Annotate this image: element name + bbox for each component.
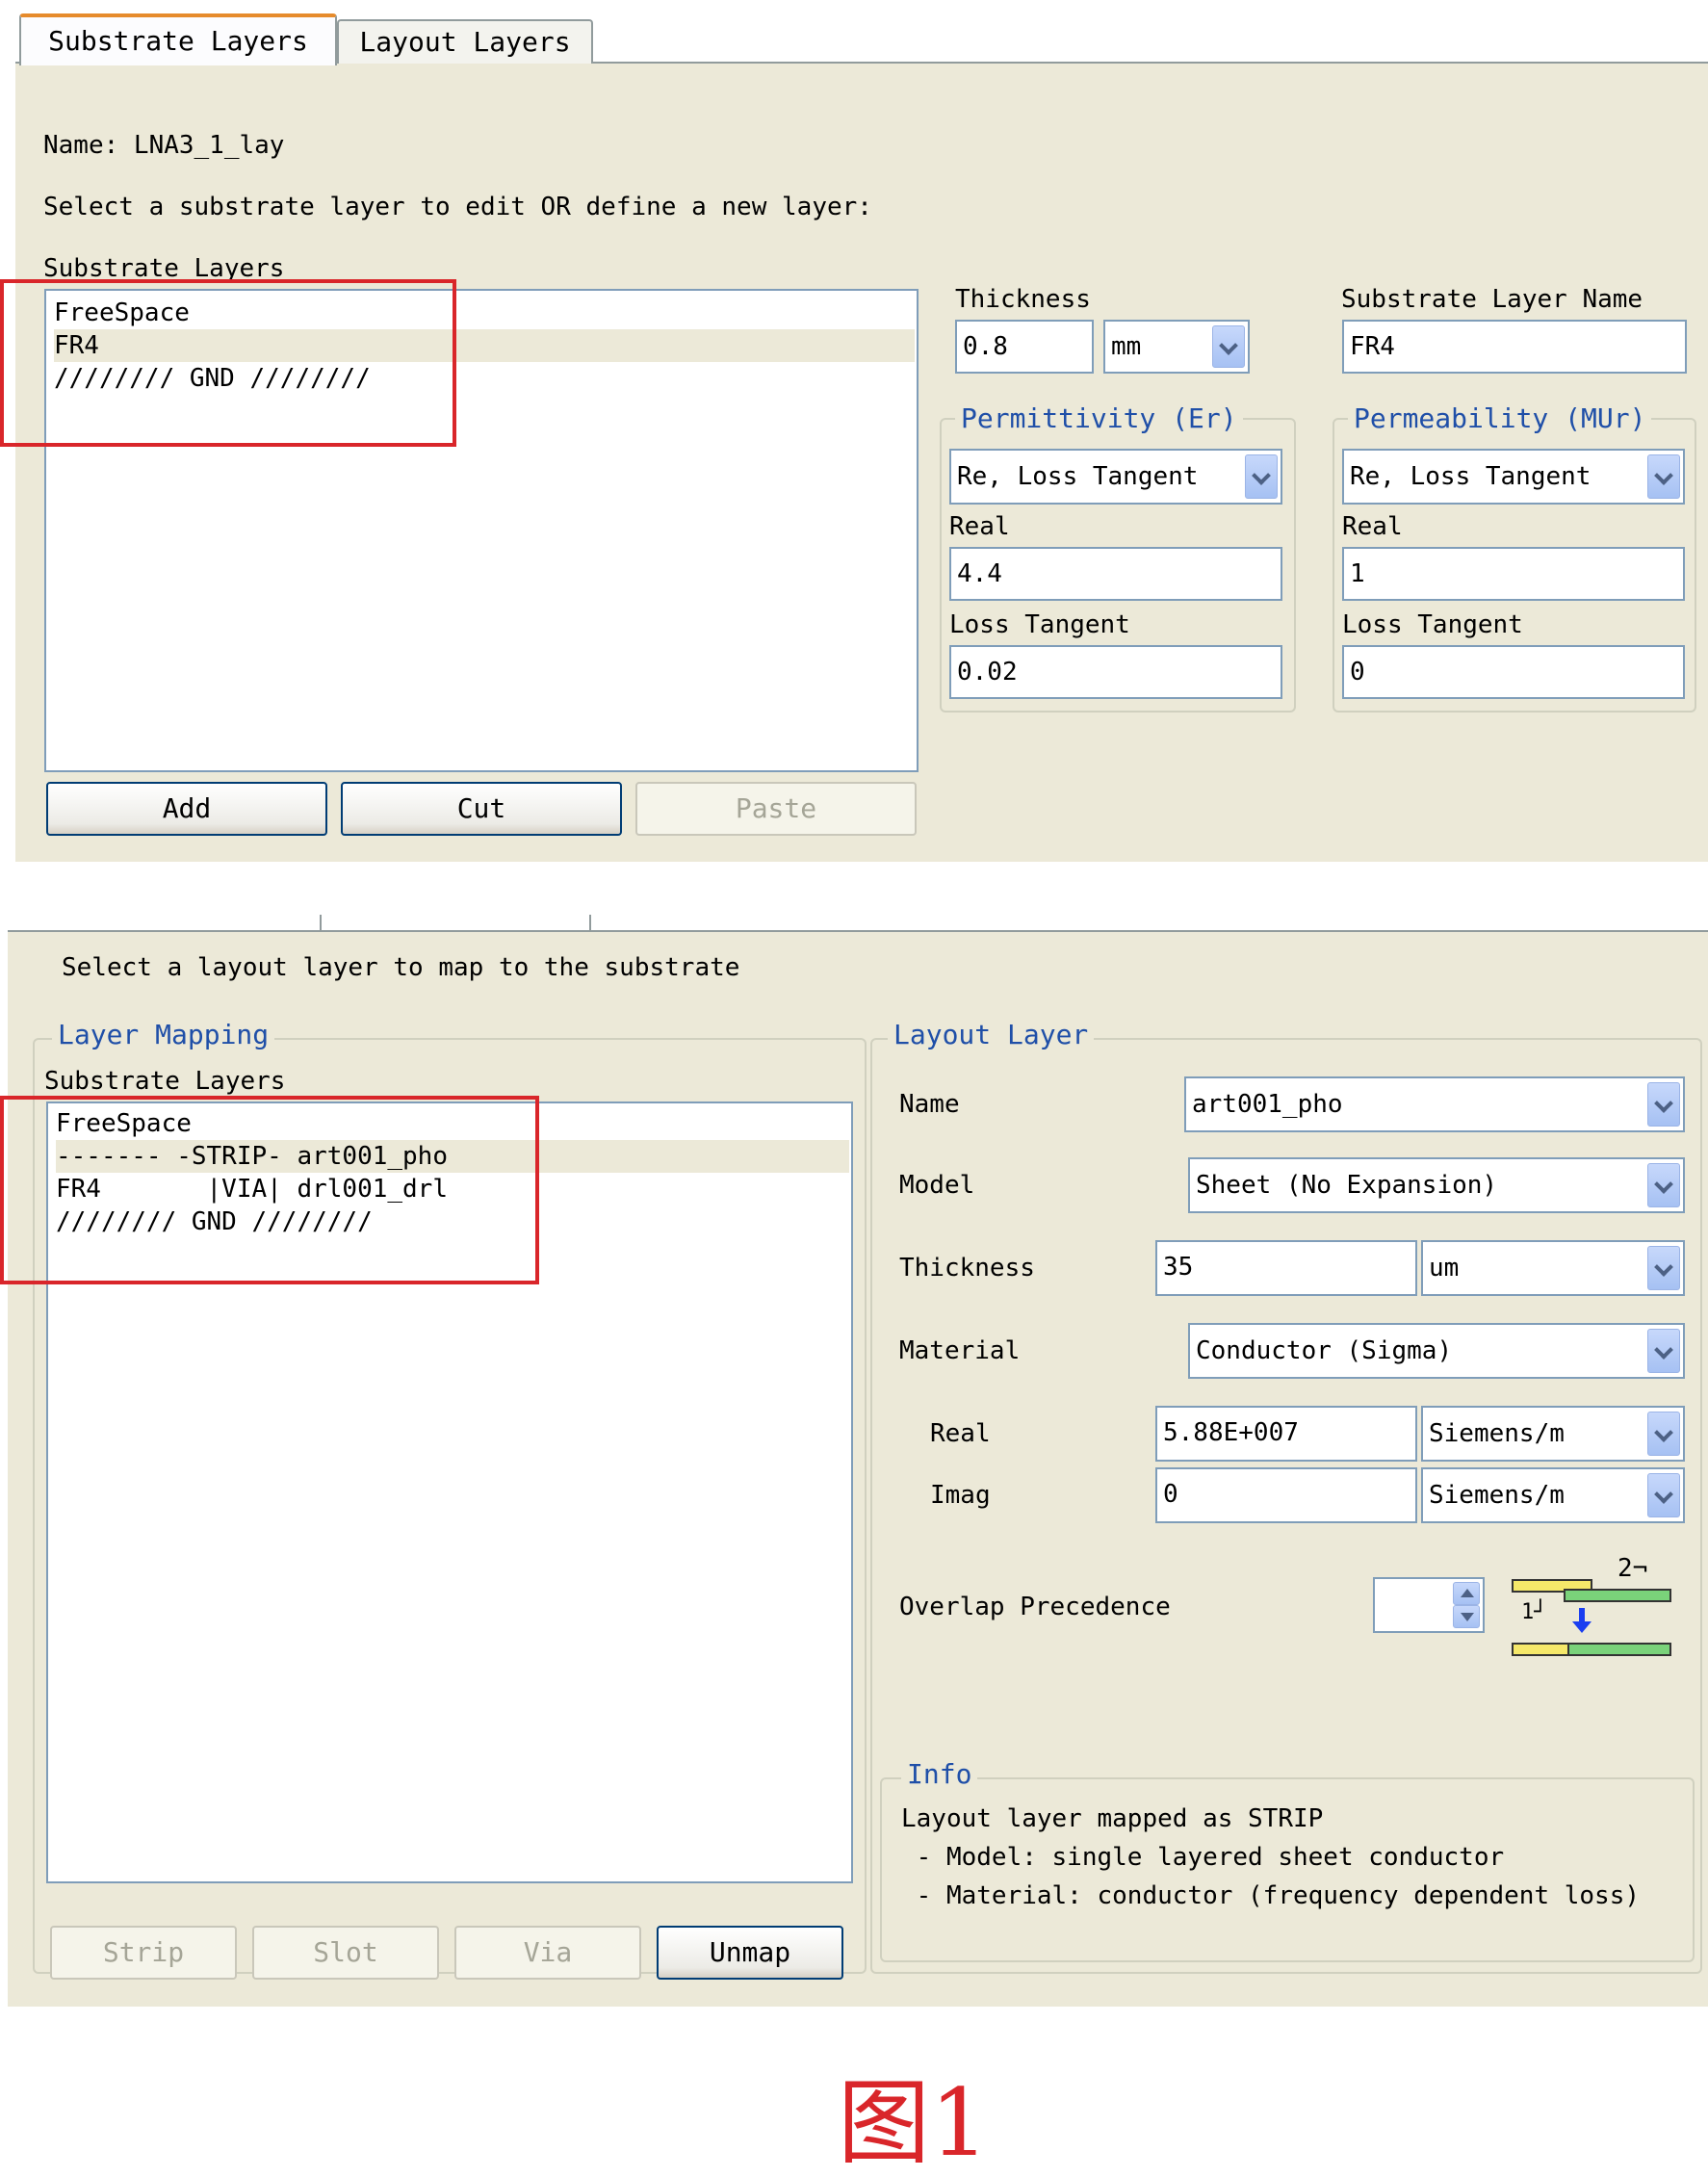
strip-button[interactable]: Strip — [50, 1926, 237, 1980]
paste-button[interactable]: Paste — [635, 782, 917, 836]
layout-name-select[interactable]: art001_pho — [1184, 1076, 1685, 1132]
layer-name-label: Substrate Layer Name — [1341, 285, 1643, 314]
highlight-box — [0, 1096, 539, 1284]
spin-down-icon[interactable] — [1453, 1605, 1480, 1628]
permeability-real-input[interactable]: 1 — [1342, 547, 1685, 601]
layout-layer-title: Layout Layer — [888, 1019, 1095, 1051]
permittivity-title: Permittivity (Er) — [955, 402, 1243, 435]
imag-label: Imag — [930, 1481, 991, 1510]
material-label: Material — [899, 1336, 1021, 1365]
add-button[interactable]: Add — [46, 782, 327, 836]
layout-name-value: art001_pho — [1192, 1090, 1343, 1119]
chevron-down-icon[interactable] — [1647, 1412, 1680, 1456]
list-title: Substrate Layers — [44, 1067, 286, 1096]
imag-unit-value: Siemens/m — [1429, 1481, 1565, 1510]
real-unit-select[interactable]: Siemens/m — [1421, 1406, 1685, 1462]
layer-name-input[interactable]: FR4 — [1342, 320, 1687, 374]
thickness-input[interactable]: 35 — [1155, 1240, 1417, 1296]
info-line: Layout layer mapped as STRIP — [901, 1804, 1324, 1833]
tab-remnant-left — [8, 915, 322, 930]
overlap-spinner[interactable]: 0 — [1373, 1577, 1485, 1633]
thickness-unit-value: mm — [1111, 332, 1142, 361]
layout-name: Name: LNA3_1_lay — [43, 131, 285, 160]
thickness-label: Thickness — [955, 285, 1091, 314]
permeability-mode-value: Re, Loss Tangent — [1350, 462, 1592, 491]
permittivity-mode-select[interactable]: Re, Loss Tangent — [949, 449, 1282, 505]
tab-remnant-right — [589, 915, 591, 930]
permeability-mode-select[interactable]: Re, Loss Tangent — [1342, 449, 1685, 505]
via-button[interactable]: Via — [454, 1926, 641, 1980]
permeability-loss-input[interactable]: 0 — [1342, 645, 1685, 699]
chevron-down-icon[interactable] — [1647, 1246, 1680, 1290]
material-select[interactable]: Conductor (Sigma) — [1188, 1323, 1685, 1379]
diagram-label-1: 1┘ — [1521, 1600, 1547, 1624]
material-value: Conductor (Sigma) — [1196, 1336, 1453, 1365]
permittivity-loss-input[interactable]: 0.02 — [949, 645, 1282, 699]
slot-button[interactable]: Slot — [252, 1926, 439, 1980]
permeability-real-label: Real — [1342, 512, 1403, 541]
imag-input[interactable]: 0 — [1155, 1467, 1417, 1523]
chevron-down-icon[interactable] — [1245, 454, 1278, 499]
info-title: Info — [901, 1758, 978, 1791]
imag-unit-select[interactable]: Siemens/m — [1421, 1467, 1685, 1523]
permeability-title: Permeability (MUr) — [1348, 402, 1652, 435]
tab-layout-layers[interactable]: Layout Layers — [337, 19, 593, 64]
chevron-down-icon[interactable] — [1212, 325, 1245, 368]
chevron-down-icon[interactable] — [1647, 454, 1680, 499]
model-value: Sheet (No Expansion) — [1196, 1171, 1498, 1200]
thickness-label: Thickness — [899, 1254, 1035, 1283]
permittivity-mode-value: Re, Loss Tangent — [957, 462, 1199, 491]
permittivity-real-label: Real — [949, 512, 1010, 541]
cut-button[interactable]: Cut — [341, 782, 622, 836]
chevron-down-icon[interactable] — [1647, 1082, 1680, 1127]
real-label: Real — [930, 1419, 991, 1448]
spin-up-icon[interactable] — [1453, 1582, 1480, 1605]
permittivity-loss-label: Loss Tangent — [949, 610, 1130, 639]
model-select[interactable]: Sheet (No Expansion) — [1188, 1157, 1685, 1213]
real-unit-value: Siemens/m — [1429, 1419, 1565, 1448]
figure-caption: 图1 — [838, 2069, 990, 2177]
permeability-loss-label: Loss Tangent — [1342, 610, 1523, 639]
model-label: Model — [899, 1171, 975, 1200]
layout-layers-panel: Select a layout layer to map to the subs… — [8, 915, 1708, 2007]
unmap-button[interactable]: Unmap — [657, 1926, 843, 1980]
tab-top-line — [8, 930, 1708, 932]
diagram-label-2: 2¬ — [1617, 1554, 1648, 1583]
thickness-unit-select[interactable]: mm — [1103, 320, 1250, 374]
chevron-down-icon[interactable] — [1647, 1163, 1680, 1207]
info-line: - Model: single layered sheet conductor — [901, 1843, 1505, 1872]
name-label: Name — [899, 1090, 960, 1119]
thickness-unit-select[interactable]: um — [1421, 1240, 1685, 1296]
instruction-text: Select a layout layer to map to the subs… — [62, 953, 740, 982]
thickness-input[interactable]: 0.8 — [955, 320, 1094, 374]
instruction-text: Select a substrate layer to edit OR defi… — [43, 193, 872, 221]
real-input[interactable]: 5.88E+007 — [1155, 1406, 1417, 1462]
permittivity-real-input[interactable]: 4.4 — [949, 547, 1282, 601]
highlight-box — [0, 279, 456, 447]
chevron-down-icon[interactable] — [1647, 1329, 1680, 1373]
chevron-down-icon[interactable] — [1647, 1473, 1680, 1517]
tab-substrate-layers[interactable]: Substrate Layers — [19, 13, 337, 65]
info-line: - Material: conductor (frequency depende… — [901, 1881, 1641, 1910]
layer-mapping-title: Layer Mapping — [52, 1019, 275, 1051]
overlap-diagram-icon: 2¬ 1┘ — [1504, 1554, 1673, 1658]
thickness-unit-value: um — [1429, 1254, 1460, 1283]
overlap-label: Overlap Precedence — [899, 1593, 1171, 1621]
